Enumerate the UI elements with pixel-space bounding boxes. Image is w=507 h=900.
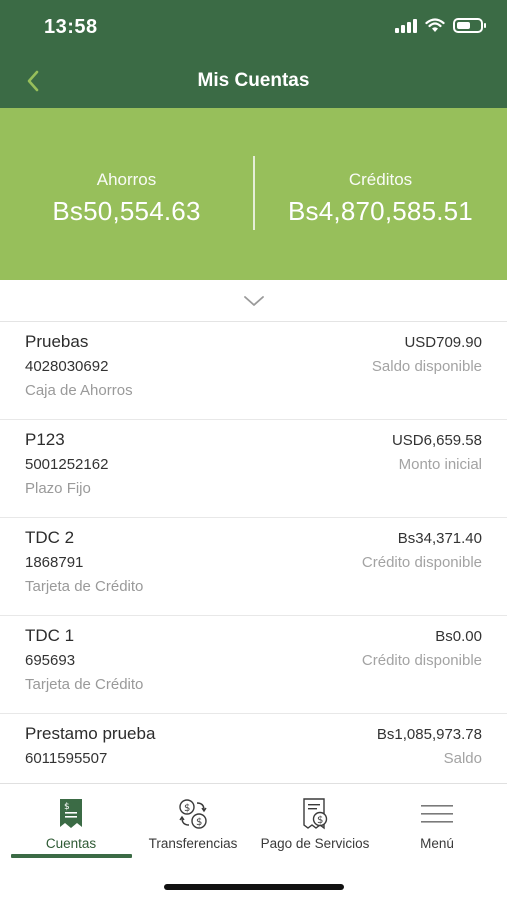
- account-type: Plazo Fijo: [25, 480, 91, 497]
- account-number: 695693: [25, 652, 76, 669]
- app-header: 13:58 Mis Cuentas: [0, 0, 507, 108]
- account-item[interactable]: TDC 2 1868791 Tarjeta de Crédito Bs34,37…: [0, 518, 507, 616]
- tab-accounts[interactable]: $ Cuentas: [8, 796, 134, 851]
- account-amount: Bs1,085,973.78: [376, 726, 482, 743]
- battery-icon: [453, 18, 486, 33]
- account-amount-label: Saldo: [443, 750, 482, 767]
- account-number: 1868791: [25, 554, 84, 571]
- account-number: 4028030692: [25, 358, 109, 375]
- account-type: Caja de Ahorros: [25, 382, 133, 399]
- account-name: Prestamo prueba: [25, 724, 156, 743]
- savings-label: Ahorros: [96, 170, 157, 189]
- active-tab-indicator: [11, 854, 132, 858]
- svg-text:$: $: [184, 803, 190, 814]
- account-name: TDC 2: [25, 528, 75, 547]
- signal-icon: [395, 18, 417, 33]
- chevron-down-icon: [243, 295, 264, 306]
- tab-label: Menú: [420, 836, 454, 851]
- account-amount-label: Monto inicial: [398, 456, 482, 473]
- tab-label: Cuentas: [45, 836, 97, 851]
- credits-summary[interactable]: Créditos Bs4,870,585.51: [254, 170, 507, 227]
- account-amount: USD6,659.58: [391, 432, 482, 449]
- account-name: Pruebas: [25, 332, 89, 351]
- account-name: P123: [25, 430, 65, 449]
- account-amount-label: Saldo disponible: [371, 358, 482, 375]
- account-item[interactable]: Prestamo prueba 6011595507 Bs1,085,973.7…: [0, 714, 507, 782]
- accounts-icon: $: [60, 799, 82, 828]
- credits-amount: Bs4,870,585.51: [288, 196, 473, 226]
- account-amount: Bs0.00: [435, 628, 482, 645]
- account-amount-label: Crédito disponible: [361, 652, 482, 669]
- tab-label: Transferencias: [148, 836, 238, 851]
- savings-amount: Bs50,554.63: [52, 196, 201, 226]
- account-amount: Bs34,371.40: [397, 530, 482, 547]
- balance-summary: Ahorros Bs50,554.63 Créditos Bs4,870,585…: [0, 108, 507, 280]
- transfer-icon: $ $: [179, 799, 207, 829]
- collapse-toggle[interactable]: [0, 280, 507, 322]
- tab-transfers[interactable]: $ $ Transferencias: [130, 796, 256, 851]
- account-number: 5001252162: [25, 456, 109, 473]
- tab-label: Pago de Servicios: [260, 836, 370, 851]
- account-number: 6011595507: [25, 750, 108, 767]
- account-type: Tarjeta de Crédito: [25, 578, 144, 595]
- menu-icon: [421, 805, 453, 823]
- bill-payment-icon: $: [303, 798, 328, 830]
- accounts-list: Pruebas 4028030692 Caja de Ahorros USD70…: [0, 322, 507, 782]
- status-time: 13:58: [44, 16, 98, 38]
- account-type: Tarjeta de Crédito: [25, 676, 144, 693]
- account-item[interactable]: TDC 1 695693 Tarjeta de Crédito Bs0.00 C…: [0, 616, 507, 714]
- status-bar: 13:58: [0, 0, 507, 56]
- tab-bill-payment[interactable]: $ Pago de Servicios: [252, 796, 378, 851]
- page-title: Mis Cuentas: [197, 70, 310, 91]
- account-name: TDC 1: [25, 626, 75, 645]
- home-indicator[interactable]: [164, 884, 344, 890]
- svg-text:$: $: [196, 817, 202, 828]
- account-amount-label: Crédito disponible: [361, 554, 482, 571]
- bottom-tab-bar: $ Cuentas $ $ Transferencias $ Pago de S…: [0, 783, 507, 900]
- savings-summary[interactable]: Ahorros Bs50,554.63: [0, 170, 253, 227]
- account-item[interactable]: Pruebas 4028030692 Caja de Ahorros USD70…: [0, 322, 507, 420]
- credits-label: Créditos: [348, 170, 413, 189]
- account-amount: USD709.90: [404, 334, 482, 351]
- status-icons: [395, 18, 486, 33]
- wifi-icon: [425, 18, 445, 32]
- account-item[interactable]: P123 5001252162 Plazo Fijo USD6,659.58 M…: [0, 420, 507, 518]
- tab-menu[interactable]: Menú: [374, 796, 500, 851]
- svg-text:$: $: [64, 802, 70, 812]
- svg-text:$: $: [317, 815, 323, 826]
